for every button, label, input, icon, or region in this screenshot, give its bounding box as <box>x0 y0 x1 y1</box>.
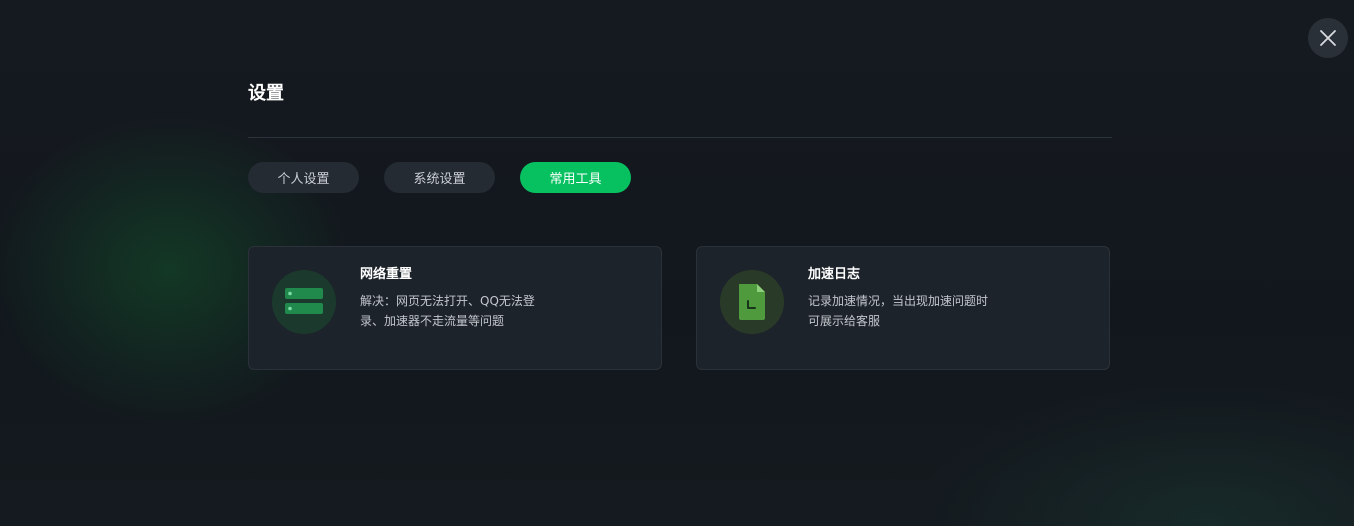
settings-tabs: 个人设置 系统设置 常用工具 <box>248 162 631 193</box>
page-title: 设置 <box>248 83 284 104</box>
network-reset-card[interactable]: 网络重置 解决：网页无法打开、QQ无法登录、加速器不走流量等问题 <box>248 246 662 370</box>
network-reset-title: 网络重置 <box>360 267 413 282</box>
close-icon <box>1320 30 1336 46</box>
tab-personal-settings[interactable]: 个人设置 <box>248 162 359 193</box>
acceleration-log-title: 加速日志 <box>808 267 861 282</box>
close-button[interactable] <box>1308 18 1348 58</box>
network-reset-icon-badge <box>272 270 336 334</box>
tab-system-settings[interactable]: 系统设置 <box>384 162 495 193</box>
divider <box>248 137 1112 138</box>
network-reset-description: 解决：网页无法打开、QQ无法登录、加速器不走流量等问题 <box>360 294 535 328</box>
acceleration-log-description: 记录加速情况，当出现加速问题时可展示给客服 <box>808 294 989 328</box>
acceleration-log-icon-badge <box>720 270 784 334</box>
server-icon <box>285 288 323 314</box>
tab-common-tools[interactable]: 常用工具 <box>520 162 631 193</box>
acceleration-log-card[interactable]: 加速日志 记录加速情况，当出现加速问题时可展示给客服 <box>696 246 1110 370</box>
log-file-icon <box>739 284 765 320</box>
